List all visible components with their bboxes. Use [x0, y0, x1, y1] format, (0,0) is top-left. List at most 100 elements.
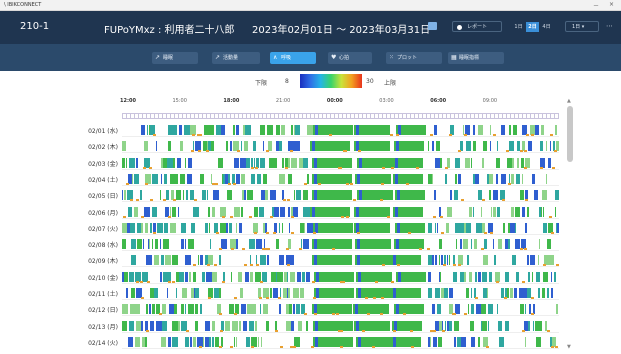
- awake-marker: [146, 329, 149, 332]
- sleep-icon: ↗: [155, 54, 161, 61]
- activity-segment: [428, 141, 429, 152]
- activity-segment: [357, 239, 360, 250]
- activity-segment: [434, 125, 437, 135]
- patient-id: 210-1: [20, 21, 50, 32]
- scroll-down-icon[interactable]: ▼: [567, 344, 571, 350]
- day-strip[interactable]: [122, 270, 559, 284]
- day-toggle-2[interactable]: 2日: [526, 22, 539, 32]
- awake-marker: [266, 297, 269, 299]
- day-toggle-1[interactable]: 1日: [512, 22, 525, 32]
- activity-segment: [358, 336, 361, 347]
- activity-segment: [550, 320, 553, 331]
- tab-activity[interactable]: ↗ 活動量: [212, 52, 260, 64]
- activity-segment: [203, 336, 204, 347]
- day-strip[interactable]: [122, 188, 559, 203]
- activity-segment: [456, 239, 457, 250]
- activity-segment: [152, 206, 157, 217]
- activity-segment: [453, 206, 454, 217]
- activity-segment: [471, 239, 472, 250]
- activity-segment: [541, 320, 542, 331]
- awake-marker: [520, 150, 523, 153]
- report-button[interactable]: レポート: [452, 21, 502, 32]
- activity-segment: [230, 141, 232, 152]
- activity-segment: [508, 255, 511, 266]
- awake-marker: [340, 280, 343, 283]
- respiration-timeline: 12:00 15:00 18:00 21:00 00:00 03:00 06:00 09:00…: [0, 90, 621, 354]
- activity-segment: [266, 320, 269, 331]
- activity-segment: [236, 336, 237, 347]
- activity-segment: [290, 271, 295, 282]
- activity-segment: [180, 206, 185, 217]
- awake-marker: [549, 215, 552, 218]
- close-button[interactable]: ×: [609, 1, 614, 8]
- activity-segment: [503, 222, 505, 233]
- day-label: 02/03 (金): [88, 160, 118, 168]
- day-strip[interactable]: [122, 221, 559, 235]
- activity-segment: [437, 222, 438, 233]
- activity-segment: [299, 255, 302, 266]
- day-strip[interactable]: [122, 205, 559, 219]
- activity-segment: [522, 173, 523, 184]
- day-strip[interactable]: [122, 123, 559, 137]
- activity-segment: [297, 271, 301, 282]
- awake-marker: [482, 199, 485, 202]
- awake-marker: [390, 134, 393, 136]
- activity-segment: [534, 190, 538, 201]
- activity-segment: [450, 190, 452, 201]
- activity-segment: [454, 320, 459, 331]
- activity-segment: [508, 239, 510, 250]
- activity-segment: [132, 173, 133, 184]
- activity-segment: [221, 125, 225, 135]
- activity-segment: [191, 222, 195, 233]
- day-strip[interactable]: [122, 253, 559, 268]
- activity-segment: [170, 222, 176, 233]
- report-icon: [457, 25, 462, 30]
- day-strip[interactable]: [122, 335, 559, 349]
- vertical-scrollbar[interactable]: [567, 106, 573, 162]
- day-strip[interactable]: [122, 286, 559, 300]
- activity-segment: [515, 206, 520, 217]
- minimize-button[interactable]: －: [593, 1, 599, 10]
- date-range: 2023年02月01日 ～ 2023年03月31日: [252, 25, 431, 36]
- activity-segment: [205, 222, 208, 233]
- activity-segment: [527, 206, 529, 217]
- awake-marker: [396, 134, 399, 136]
- activity-segment: [491, 255, 493, 266]
- tab-respiration[interactable]: ∧ 呼吸: [270, 52, 316, 64]
- tab-heart-rate[interactable]: ♥ 心拍: [328, 52, 372, 64]
- awake-marker: [411, 345, 414, 348]
- day-strip[interactable]: [122, 139, 559, 154]
- activity-segment: [129, 271, 134, 282]
- activity-segment: [536, 271, 540, 282]
- day-strip[interactable]: [122, 237, 559, 252]
- awake-marker: [419, 248, 422, 251]
- day-toggle-4[interactable]: 4日: [540, 22, 553, 32]
- awake-marker: [452, 313, 455, 316]
- tab-plot[interactable]: ⁙ プロット: [386, 52, 442, 64]
- awake-marker: [556, 264, 559, 267]
- day-strip[interactable]: [122, 319, 559, 333]
- period-select[interactable]: 1日 ▾: [565, 21, 599, 32]
- day-strip[interactable]: [122, 302, 559, 317]
- activity-segment: [546, 141, 547, 152]
- activity-segment: [244, 288, 249, 298]
- activity-segment: [141, 173, 143, 184]
- activity-segment: [473, 141, 476, 152]
- awake-marker: [458, 150, 461, 153]
- scroll-up-icon[interactable]: ▲: [567, 98, 571, 104]
- day-strip[interactable]: [122, 156, 559, 170]
- activity-segment: [432, 173, 433, 184]
- activity-segment: [463, 239, 468, 250]
- activity-segment: [355, 239, 391, 250]
- activity-segment: [234, 157, 239, 168]
- tab-sleep-index[interactable]: ▦ 睡眠指標: [448, 52, 504, 64]
- calendar-icon[interactable]: [428, 22, 437, 30]
- activity-segment: [282, 222, 283, 233]
- day-strip[interactable]: [122, 172, 559, 186]
- more-icon[interactable]: ⋯: [606, 22, 613, 30]
- activity-segment: [209, 222, 210, 233]
- tab-sleep[interactable]: ↗ 睡眠: [152, 52, 198, 64]
- activity-segment: [165, 255, 171, 266]
- activity-segment: [432, 304, 435, 315]
- awake-marker: [391, 166, 394, 169]
